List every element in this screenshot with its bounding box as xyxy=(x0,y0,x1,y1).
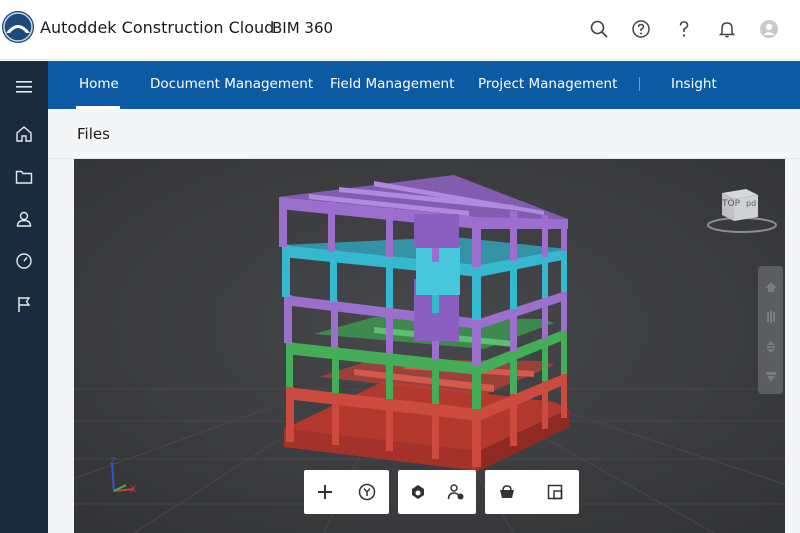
layout-icon[interactable] xyxy=(542,479,568,505)
menu-icon[interactable] xyxy=(12,75,36,99)
y-circle-icon[interactable] xyxy=(354,479,380,505)
files-header: Files xyxy=(48,109,800,159)
navigation-tools xyxy=(758,266,783,394)
gauge-icon[interactable] xyxy=(12,249,36,273)
basket-icon[interactable] xyxy=(494,479,520,505)
bell-icon[interactable] xyxy=(716,18,738,40)
product-name: BIM 360 xyxy=(272,19,334,37)
top-header: Autoddek Construction Cloud BIM 360 xyxy=(0,0,800,60)
nav-document-management[interactable]: Document Management xyxy=(150,76,313,92)
nav-home[interactable]: Home xyxy=(79,76,119,92)
viewcube-side-label: pd xyxy=(746,199,757,208)
nav-insight[interactable]: Insight xyxy=(671,76,717,92)
nav-separator xyxy=(639,77,640,91)
viewcube[interactable] xyxy=(706,183,778,235)
nav-field-management[interactable]: Field Management xyxy=(330,76,454,92)
toolbar-group-2 xyxy=(398,470,476,514)
home-icon[interactable] xyxy=(12,122,36,146)
flag-icon[interactable] xyxy=(12,292,36,316)
user-icon[interactable] xyxy=(12,207,36,231)
search-icon[interactable] xyxy=(588,18,610,40)
autodesk-logo[interactable] xyxy=(2,11,34,43)
pan-icon[interactable] xyxy=(762,308,779,325)
plus-icon[interactable] xyxy=(312,479,338,505)
person-settings-icon[interactable] xyxy=(443,479,469,505)
left-sidebar xyxy=(0,61,48,533)
brand-title: Autoddek Construction Cloud xyxy=(40,18,275,37)
question-icon[interactable] xyxy=(673,18,695,40)
axis-z-label: Z xyxy=(110,457,117,467)
toolbar-group-3 xyxy=(485,470,579,514)
folder-icon[interactable] xyxy=(12,165,36,189)
page-title: Files xyxy=(77,125,110,143)
main-nav: Home Document Management Field Managemen… xyxy=(48,61,800,109)
axis-triad xyxy=(111,462,135,492)
orbit-icon[interactable] xyxy=(762,278,779,295)
fit-icon[interactable] xyxy=(762,368,779,385)
viewcube-top-label: TOP xyxy=(722,199,741,209)
zoom-icon[interactable] xyxy=(762,338,779,355)
toolbar-group-1 xyxy=(304,470,389,514)
axis-x-label: X xyxy=(130,485,137,495)
user-avatar-icon[interactable] xyxy=(758,18,780,40)
nav-project-management[interactable]: Project Management xyxy=(478,76,617,92)
help-circle-icon[interactable] xyxy=(630,18,652,40)
section-icon[interactable] xyxy=(405,479,431,505)
